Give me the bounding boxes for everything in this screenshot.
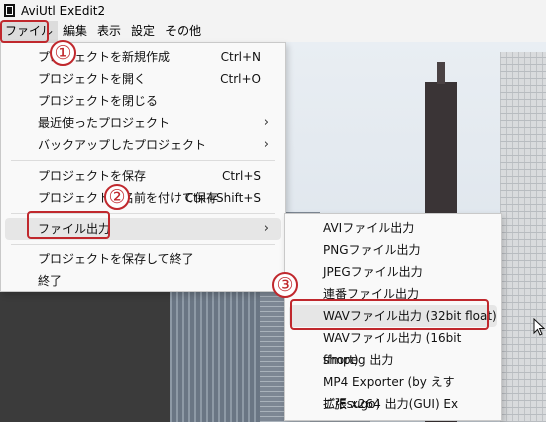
highlight-box-file-menu bbox=[0, 20, 49, 43]
submenu-item-ffmpeg[interactable]: ffmpeg 出力 bbox=[289, 349, 497, 371]
menu-item-save-project[interactable]: プロジェクトを保存 Ctrl+S bbox=[5, 165, 281, 187]
menu-item-new-project[interactable]: プロジェクトを新規作成 Ctrl+N bbox=[5, 46, 281, 68]
submenu-item-jpeg[interactable]: JPEGファイル出力 bbox=[289, 261, 497, 283]
menu-item-label: 終了 bbox=[38, 274, 63, 288]
title-bar: AviUtl ExEdit2 bbox=[0, 0, 546, 21]
menu-item-label: プロジェクトを閉じる bbox=[38, 94, 159, 108]
menu-item-label: プロジェクトを開く bbox=[38, 72, 147, 86]
submenu-item-mp4-exporter[interactable]: MP4 Exporter (by えすご/Esugo) bbox=[289, 371, 497, 411]
shortcut-label: Ctrl+O bbox=[220, 72, 261, 86]
menu-item-close-project[interactable]: プロジェクトを閉じる bbox=[5, 90, 281, 112]
menu-item-exit[interactable]: 終了 bbox=[5, 270, 281, 292]
chevron-right-icon: › bbox=[263, 137, 269, 152]
menu-item-backup-projects[interactable]: バックアップしたプロジェクト › bbox=[5, 134, 281, 156]
step-1-badge: ① bbox=[50, 40, 76, 66]
menu-item-open-project[interactable]: プロジェクトを開く Ctrl+O bbox=[5, 68, 281, 90]
submenu-item-png[interactable]: PNGファイル出力 bbox=[289, 239, 497, 261]
menu-bar: ファイル 編集 表示 設定 その他 bbox=[0, 21, 546, 42]
chevron-right-icon: › bbox=[263, 115, 269, 130]
file-menu: プロジェクトを新規作成 Ctrl+N プロジェクトを開く Ctrl+O プロジェ… bbox=[0, 42, 286, 292]
menu-edit[interactable]: 編集 bbox=[58, 21, 92, 42]
menu-item-label: 拡張 x264 出力(GUI) Ex bbox=[323, 397, 459, 411]
menu-item-label: バックアップしたプロジェクト bbox=[38, 138, 207, 152]
menu-item-label: プロジェクトを保存して終了 bbox=[38, 252, 194, 266]
step-2-badge: ② bbox=[104, 184, 130, 210]
menu-view[interactable]: 表示 bbox=[92, 21, 126, 42]
shortcut-label: Ctrl+N bbox=[220, 50, 261, 64]
shortcut-label: Ctrl+Shift+S bbox=[184, 191, 261, 205]
menu-item-label: PNGファイル出力 bbox=[323, 243, 421, 257]
building-tall-white bbox=[500, 52, 546, 422]
menu-item-label: プロジェクトを保存 bbox=[38, 169, 147, 183]
submenu-item-x264[interactable]: 拡張 x264 出力(GUI) Ex bbox=[289, 393, 497, 415]
submenu-item-avi[interactable]: AVIファイル出力 bbox=[289, 217, 497, 239]
highlight-box-wav-32bit bbox=[290, 299, 489, 330]
app-icon bbox=[4, 4, 15, 17]
menu-item-save-and-exit[interactable]: プロジェクトを保存して終了 bbox=[5, 248, 281, 270]
menu-item-recent-projects[interactable]: 最近使ったプロジェクト › bbox=[5, 112, 281, 134]
window-title: AviUtl ExEdit2 bbox=[21, 3, 106, 18]
menu-other[interactable]: その他 bbox=[160, 21, 206, 42]
highlight-box-file-export bbox=[27, 211, 110, 239]
menu-item-label: JPEGファイル出力 bbox=[323, 265, 423, 279]
mouse-cursor-icon bbox=[533, 318, 545, 336]
menu-item-label: ffmpeg 出力 bbox=[323, 353, 394, 367]
shortcut-label: Ctrl+S bbox=[221, 169, 261, 183]
menu-separator bbox=[11, 244, 275, 245]
menu-item-save-project-as[interactable]: プロジェクトを名前を付けて保存 Ctrl+Shift+S bbox=[5, 187, 281, 209]
step-3-badge: ③ bbox=[272, 272, 298, 298]
menu-item-label: 最近使ったプロジェクト bbox=[38, 116, 171, 130]
menu-settings[interactable]: 設定 bbox=[126, 21, 160, 42]
chevron-right-icon: › bbox=[263, 221, 269, 236]
menu-item-label: AVIファイル出力 bbox=[323, 221, 415, 235]
menu-separator bbox=[11, 160, 275, 161]
submenu-item-wav-16bit[interactable]: WAVファイル出力 (16bit short) bbox=[289, 327, 497, 367]
